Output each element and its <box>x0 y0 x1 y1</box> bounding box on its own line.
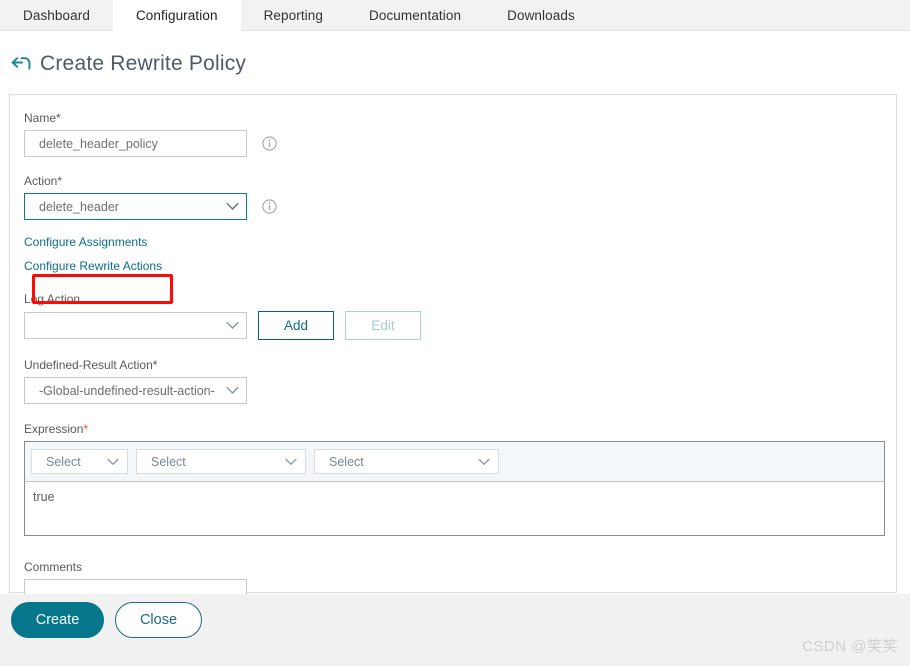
action-select-value: delete_header <box>39 199 119 214</box>
expression-label-text: Expression <box>24 422 84 436</box>
close-button[interactable]: Close <box>115 602 202 638</box>
expression-select-2-value: Select <box>151 454 186 469</box>
nav-tab-documentation[interactable]: Documentation <box>346 0 484 31</box>
expression-textarea[interactable] <box>24 481 885 536</box>
page-title: Create Rewrite Policy <box>40 52 247 75</box>
name-input[interactable] <box>24 130 247 157</box>
log-action-field-label: Log Action <box>24 292 882 306</box>
expression-select-1[interactable]: Select <box>31 449 128 474</box>
form-footer: Create Close CSDN @笑笑 <box>0 594 910 666</box>
expression-select-3-value: Select <box>329 454 364 469</box>
log-action-select[interactable] <box>24 312 247 339</box>
name-required-mark: * <box>56 111 61 125</box>
create-button[interactable]: Create <box>11 602 104 638</box>
back-arrow-icon[interactable] <box>8 51 34 77</box>
name-label-text: Name <box>24 111 57 125</box>
nav-tab-label: Dashboard <box>23 8 90 23</box>
edit-button-label: Edit <box>371 318 395 333</box>
log-action-select-wrapper <box>24 312 247 339</box>
undefined-result-action-field-label: Undefined-Result Action* <box>24 358 882 372</box>
undefined-result-action-select-wrapper: -Global-undefined-result-action- <box>24 377 247 404</box>
expression-field-label: Expression* <box>24 422 882 436</box>
nav-tab-label: Configuration <box>135 8 218 23</box>
nav-tab-downloads[interactable]: Downloads <box>484 0 598 31</box>
nav-tab-label: Downloads <box>507 8 575 23</box>
chevron-down-icon <box>285 455 297 469</box>
action-field-label: Action* <box>24 174 882 188</box>
expression-selector-bar: Select Select Select <box>24 441 885 481</box>
action-label-text: Action <box>24 174 58 188</box>
comments-label-text: Comments <box>24 560 83 574</box>
expression-required-mark: * <box>83 422 89 436</box>
edit-log-action-button: Edit <box>345 311 421 340</box>
page-header: Create Rewrite Policy <box>0 42 910 86</box>
close-button-label: Close <box>139 612 178 628</box>
top-navigation-bar: Dashboard Configuration Reporting Docume… <box>0 0 910 31</box>
expression-select-2[interactable]: Select <box>136 449 306 474</box>
info-icon[interactable] <box>261 199 277 215</box>
comments-field-label: Comments <box>24 560 882 574</box>
undefined-result-action-value: -Global-undefined-result-action- <box>39 383 215 398</box>
add-button-label: Add <box>283 318 309 333</box>
create-rewrite-policy-panel: Name* Action* delete_header <box>9 94 897 617</box>
nav-tab-label: Documentation <box>369 8 462 23</box>
watermark-text: CSDN @笑笑 <box>802 638 898 655</box>
action-select-wrapper: delete_header <box>24 193 247 220</box>
undefined-result-action-label-text: Undefined-Result Action <box>24 358 153 372</box>
log-action-label-text: Log Action <box>24 292 81 306</box>
action-select[interactable]: delete_header <box>24 193 247 220</box>
chevron-down-icon <box>107 455 119 469</box>
chevron-down-icon <box>478 455 490 469</box>
name-field-label: Name* <box>24 111 882 125</box>
expression-select-1-value: Select <box>46 454 81 469</box>
expression-select-3[interactable]: Select <box>314 449 499 474</box>
nav-tab-configuration[interactable]: Configuration <box>112 0 241 31</box>
action-required-mark: * <box>57 174 63 188</box>
configure-assignments-link[interactable]: Configure Assignments <box>24 235 147 250</box>
nav-tab-label: Reporting <box>263 8 323 23</box>
undefined-result-required-mark: * <box>152 358 158 372</box>
add-log-action-button[interactable]: Add <box>258 311 334 340</box>
create-button-label: Create <box>35 612 80 628</box>
info-icon[interactable] <box>261 136 277 152</box>
nav-tab-reporting[interactable]: Reporting <box>241 0 346 31</box>
undefined-result-action-select[interactable]: -Global-undefined-result-action- <box>24 377 247 404</box>
nav-tab-dashboard[interactable]: Dashboard <box>0 0 113 31</box>
configure-rewrite-actions-link[interactable]: Configure Rewrite Actions <box>24 259 162 274</box>
